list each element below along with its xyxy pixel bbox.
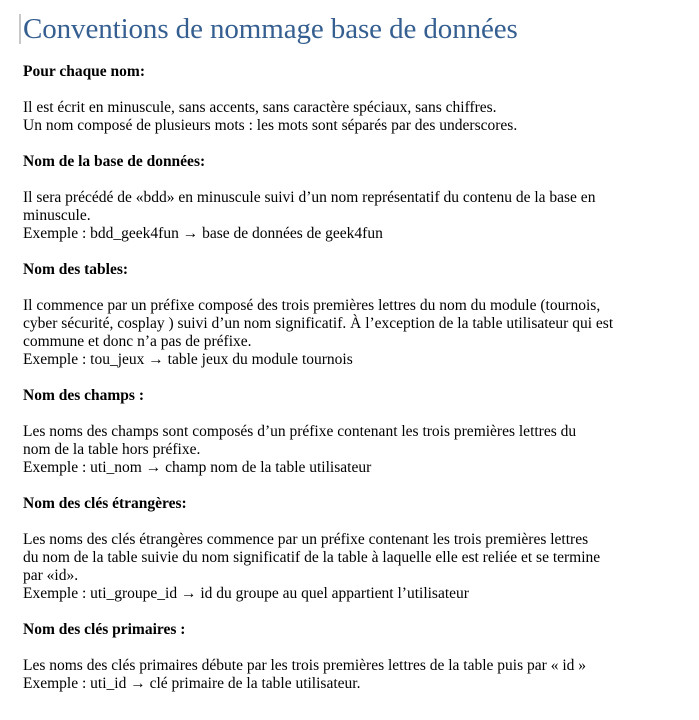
document-page: Conventions de nommage base de données P…: [0, 0, 699, 720]
section-heading: Nom des clés primaires :: [23, 621, 186, 638]
section-heading: Nom des clés étrangères:: [23, 495, 187, 512]
title-block: Conventions de nommage base de données: [19, 10, 518, 48]
paragraph-line: commune et donc n’a pas de préfixe.: [23, 333, 252, 350]
section-nom-des-cles-primaires: Nom des clés primaires : Les noms des cl…: [23, 621, 683, 693]
section-paragraph: Les noms des clés primaires débute par l…: [23, 657, 683, 693]
paragraph-line: cyber sécurité, cosplay ) suivi d’un nom…: [23, 315, 614, 332]
section-paragraph: Il sera précédé de «bdd» en minuscule su…: [23, 189, 683, 243]
section-nom-des-tables: Nom des tables: Il commence par un préfi…: [23, 261, 683, 369]
paragraph-line: Les noms des clés primaires débute par l…: [23, 657, 586, 674]
section-heading: Nom des champs :: [23, 387, 144, 404]
section-heading: Pour chaque nom:: [23, 63, 146, 80]
paragraph-line: Un nom composé de plusieurs mots : les m…: [23, 117, 518, 134]
section-paragraph: Il commence par un préfixe composé des t…: [23, 297, 683, 369]
section-nom-base-de-donnees: Nom de la base de données: Il sera précé…: [23, 153, 683, 243]
section-paragraph: Les noms des clés étrangères commence pa…: [23, 531, 683, 603]
paragraph-line: du nom de la table suivie du nom signifi…: [23, 549, 601, 566]
section-nom-des-champs: Nom des champs : Les noms des champs son…: [23, 387, 683, 477]
paragraph-line: Il sera précédé de «bdd» en minuscule su…: [23, 189, 596, 206]
paragraph-line: minuscule.: [23, 207, 91, 224]
example-line: Exemple : uti_nom → champ nom de la tabl…: [23, 459, 372, 476]
paragraph-line: nom de la table hors préfixe.: [23, 441, 201, 458]
section-paragraph: Les noms des champs sont composés d’un p…: [23, 423, 683, 477]
section-heading: Nom des tables:: [23, 261, 129, 278]
text-cursor-marker: [19, 14, 21, 44]
document-body: Pour chaque nom: Il est écrit en minuscu…: [23, 63, 683, 693]
section-paragraph: Il est écrit en minuscule, sans accents,…: [23, 99, 683, 135]
example-line: Exemple : bdd_geek4fun → base de données…: [23, 225, 383, 242]
example-line: Exemple : uti_groupe_id → id du groupe a…: [23, 585, 469, 602]
paragraph-line: Il est écrit en minuscule, sans accents,…: [23, 99, 497, 116]
paragraph-line: par «id».: [23, 567, 79, 584]
paragraph-line: Les noms des champs sont composés d’un p…: [23, 423, 577, 440]
section-nom-des-cles-etrangeres: Nom des clés étrangères: Les noms des cl…: [23, 495, 683, 603]
document-title: Conventions de nommage base de données: [23, 12, 518, 45]
section-pour-chaque-nom: Pour chaque nom: Il est écrit en minuscu…: [23, 63, 683, 135]
example-line: Exemple : uti_id → clé primaire de la ta…: [23, 675, 361, 692]
example-line: Exemple : tou_jeux → table jeux du modul…: [23, 351, 353, 368]
paragraph-line: Il commence par un préfixe composé des t…: [23, 297, 601, 314]
section-heading: Nom de la base de données:: [23, 153, 206, 170]
paragraph-line: Les noms des clés étrangères commence pa…: [23, 531, 589, 548]
